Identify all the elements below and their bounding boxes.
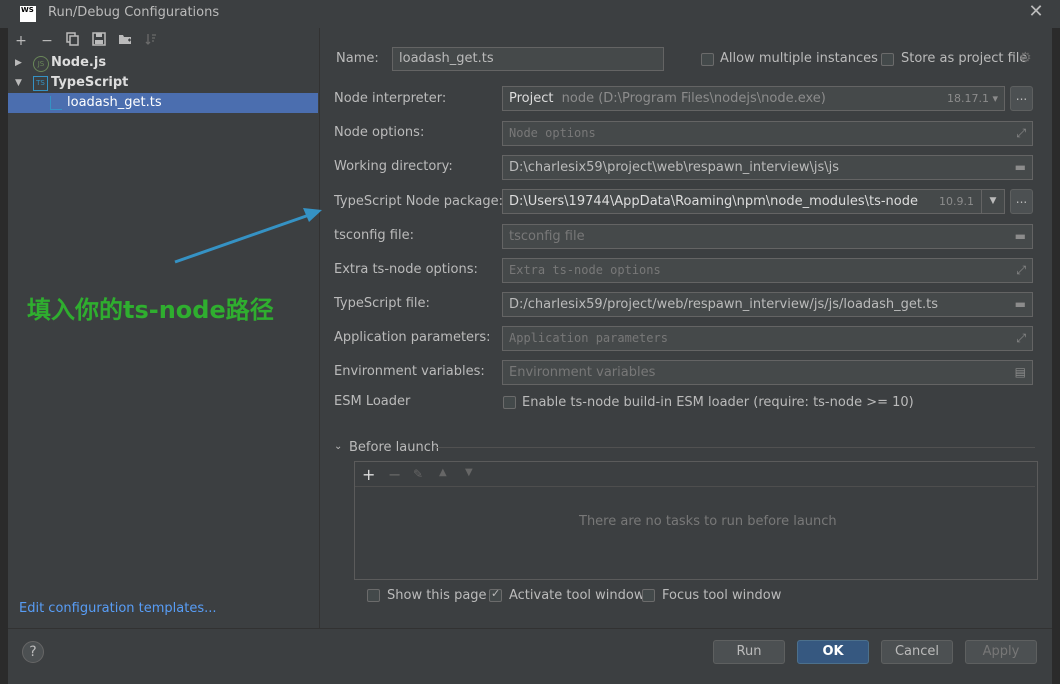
new-folder-icon[interactable]: [116, 32, 134, 50]
ts-node-package-label: TypeScript Node package:: [334, 194, 504, 209]
interpreter-version: 18.17.1 ▾: [946, 92, 998, 105]
add-config-button[interactable]: +: [12, 32, 30, 50]
tree-item-typescript[interactable]: ▼ TS TypeScript: [8, 73, 318, 93]
expand-icon[interactable]: ⤢: [1016, 327, 1026, 350]
chevron-down-icon[interactable]: ▼: [981, 190, 1004, 213]
focus-tool-label: Focus tool window: [662, 588, 782, 603]
node-options-label: Node options:: [334, 125, 425, 140]
activate-tool-checkbox[interactable]: [489, 587, 502, 602]
edit-templates-link[interactable]: Edit configuration templates...: [19, 601, 217, 616]
divider: [435, 447, 1035, 448]
sort-icon[interactable]: [142, 32, 160, 50]
allow-multiple-label: Allow multiple instances: [720, 51, 878, 66]
edit-icon[interactable]: ✎: [413, 467, 423, 481]
before-launch-title[interactable]: Before launch: [349, 440, 439, 455]
nodejs-icon: JS: [33, 56, 49, 72]
ts-node-package-select[interactable]: D:\Users\19744\AppData\Roaming\npm\node_…: [502, 189, 1005, 214]
allow-multiple-checkbox[interactable]: [701, 53, 714, 66]
configurations-tree-panel: [8, 28, 320, 628]
typescript-file-label: TypeScript file:: [334, 296, 430, 311]
store-project-label: Store as project file: [901, 51, 1028, 66]
tree-item-label: Node.js: [51, 55, 107, 70]
document-icon[interactable]: ▤: [1015, 361, 1026, 384]
esm-loader-label: ESM Loader: [334, 394, 411, 409]
move-up-icon[interactable]: ▲: [439, 467, 447, 478]
run-button[interactable]: Run: [713, 640, 785, 664]
app-params-label: Application parameters:: [334, 330, 491, 345]
show-page-label: Show this page: [387, 588, 487, 603]
apply-button[interactable]: Apply: [965, 640, 1037, 664]
remove-config-button[interactable]: −: [38, 32, 56, 50]
typescript-file-input[interactable]: D:/charlesix59/project/web/respawn_inter…: [502, 292, 1033, 317]
esm-loader-checkbox[interactable]: [503, 396, 516, 409]
window-title: Run/Debug Configurations: [48, 5, 220, 20]
close-icon[interactable]: ✕: [1028, 3, 1044, 21]
save-icon[interactable]: [90, 32, 108, 50]
app-params-input[interactable]: Application parameters ⤢: [502, 326, 1033, 351]
webstorm-logo-icon: WS: [20, 6, 36, 22]
typescript-icon: TS: [33, 76, 48, 91]
working-directory-label: Working directory:: [334, 159, 453, 174]
tsconfig-label: tsconfig file:: [334, 228, 414, 243]
ts-node-version: 10.9.1: [939, 195, 974, 208]
annotation-text: 填入你的ts-node路径: [27, 296, 274, 324]
before-launch-toolbar: [355, 462, 1035, 487]
background-editor-edge-left: [0, 28, 8, 683]
chevron-right-icon[interactable]: ▶: [15, 53, 25, 73]
node-interpreter-select[interactable]: Project node (D:\Program Files\nodejs\no…: [502, 86, 1005, 111]
node-interpreter-label: Node interpreter:: [334, 91, 447, 106]
activate-tool-label: Activate tool window: [509, 588, 645, 603]
interpreter-prefix: Project: [509, 91, 554, 106]
interpreter-path: node (D:\Program Files\nodejs\node.exe): [561, 91, 826, 106]
add-task-button[interactable]: +: [362, 465, 375, 484]
name-input[interactable]: loadash_get.ts: [392, 47, 664, 71]
env-vars-input[interactable]: Environment variables ▤: [502, 360, 1033, 385]
chevron-down-icon[interactable]: ⌄: [334, 441, 342, 452]
node-options-input[interactable]: Node options ⤢: [502, 121, 1033, 146]
folder-icon[interactable]: ▬: [1015, 156, 1026, 179]
tree-item-loadash-get[interactable]: loadash_get.ts: [8, 93, 318, 113]
show-page-checkbox[interactable]: [367, 589, 380, 602]
working-directory-input[interactable]: D:\charlesix59\project\web\respawn_inter…: [502, 155, 1033, 180]
background-editor-edge-right: [1052, 28, 1060, 683]
tree-item-label: TypeScript: [51, 75, 129, 90]
browse-interpreter-button[interactable]: ...: [1010, 86, 1033, 111]
gear-icon[interactable]: ⚙: [1019, 50, 1032, 66]
move-down-icon[interactable]: ▼: [465, 467, 473, 478]
tsconfig-input[interactable]: tsconfig file ▬: [502, 224, 1033, 249]
before-launch-empty-text: There are no tasks to run before launch: [579, 514, 837, 529]
focus-tool-checkbox[interactable]: [642, 589, 655, 602]
remove-task-button[interactable]: −: [388, 465, 401, 484]
store-project-checkbox[interactable]: [881, 53, 894, 66]
tree-item-label: loadash_get.ts: [67, 95, 162, 110]
folder-icon[interactable]: ▬: [1015, 293, 1026, 316]
ts-file-icon: [50, 96, 62, 110]
expand-icon[interactable]: ⤢: [1016, 259, 1026, 282]
folder-icon[interactable]: ▬: [1015, 225, 1026, 248]
help-button[interactable]: ?: [22, 641, 44, 663]
cancel-button[interactable]: Cancel: [881, 640, 953, 664]
esm-loader-checkbox-label: Enable ts-node build-in ESM loader (requ…: [522, 395, 914, 410]
expand-icon[interactable]: ⤢: [1016, 122, 1026, 145]
chevron-down-icon[interactable]: ▼: [15, 73, 25, 93]
tree-item-nodejs[interactable]: ▶ JS Node.js: [8, 53, 318, 73]
extra-ts-node-input[interactable]: Extra ts-node options ⤢: [502, 258, 1033, 283]
name-label: Name:: [336, 51, 379, 66]
copy-icon[interactable]: [64, 32, 82, 50]
env-vars-label: Environment variables:: [334, 364, 485, 379]
ok-button[interactable]: OK: [797, 640, 869, 664]
browse-ts-node-button[interactable]: ...: [1010, 189, 1033, 214]
extra-ts-node-label: Extra ts-node options:: [334, 262, 478, 277]
